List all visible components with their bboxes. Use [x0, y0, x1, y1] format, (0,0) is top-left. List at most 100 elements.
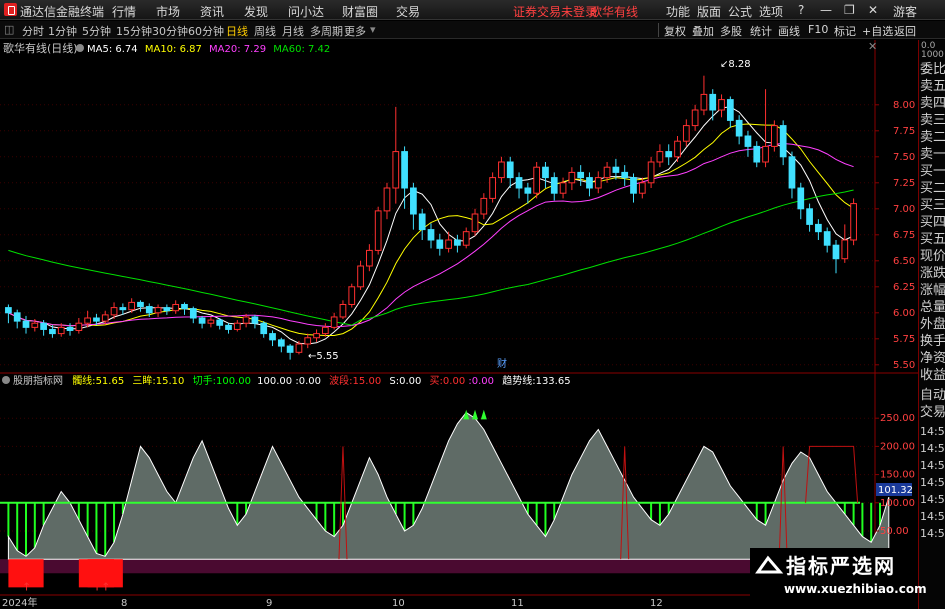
candle-body [339, 303, 347, 318]
side-item-10[interactable]: 买五 [920, 232, 945, 247]
side-item-3[interactable]: 卖三 [920, 113, 945, 128]
side-item-15[interactable]: 外盘 [920, 317, 945, 332]
period-monthly[interactable]: 月线 [282, 23, 304, 39]
side-lower-1[interactable]: 交易 [920, 405, 945, 420]
period-more[interactable]: 更多 [344, 23, 366, 39]
candle-body [225, 324, 232, 330]
tool-back[interactable]: 返回 [894, 23, 916, 39]
menu-item-news[interactable]: 资讯 [200, 3, 224, 20]
side-item-1[interactable]: 卖五 [920, 79, 945, 94]
candle-body [506, 161, 514, 179]
period-1min[interactable]: 1分钟 [48, 23, 77, 39]
menu-item-market[interactable]: 市场 [156, 3, 180, 20]
period-intraday[interactable]: 分时 [22, 23, 44, 39]
tool-add-watchlist[interactable]: +自选 [862, 23, 893, 39]
tool-draw[interactable]: 画线 [778, 23, 800, 39]
menu-item-function[interactable]: 功能 [666, 3, 690, 20]
menu-item-discover[interactable]: 发现 [244, 3, 268, 20]
field-2-label: 切手: [193, 374, 216, 387]
side-time-6: 14:56 [920, 527, 945, 540]
tool-multi-stock[interactable]: 多股 [720, 23, 742, 39]
menu-item-ask[interactable]: 问小达 [288, 3, 324, 20]
menu-item-formula[interactable]: 公式 [728, 3, 752, 20]
candle-body [269, 333, 276, 341]
side-item-7[interactable]: 买二 [920, 181, 945, 196]
chart-area[interactable]: 歌华有线(日线) MA5: 6.74 MA10: 6.87 MA20: 7.29… [0, 40, 918, 609]
maximize-icon[interactable]: ❐ [844, 3, 855, 17]
side-item-11[interactable]: 现价 [920, 249, 945, 264]
period-multi[interactable]: 多周期 [310, 23, 343, 39]
more-chevron-down-icon[interactable]: ▾ [370, 23, 376, 36]
candle-body [621, 171, 629, 179]
help-icon[interactable]: ? [798, 3, 804, 17]
candle-body [797, 187, 805, 210]
candle-body [850, 203, 857, 241]
high-price-label: ↙8.28 [720, 59, 751, 70]
side-item-6[interactable]: 买一 [920, 164, 945, 179]
sub-panel-header: 股朋指标网 髑线:51.65 三眸:15.10 切手:100.00 100.00… [13, 374, 571, 387]
period-15min[interactable]: 15分钟 [116, 23, 152, 39]
sub-panel-settings-icon[interactable] [2, 376, 10, 384]
side-item-14[interactable]: 总量 [920, 300, 945, 315]
side-item-5[interactable]: 卖一 [920, 147, 945, 162]
field-7-label: 买: [430, 375, 443, 387]
tool-overlay[interactable]: 叠加 [692, 23, 714, 39]
side-item-18[interactable]: 收益 [920, 368, 945, 383]
side-item-4[interactable]: 卖二 [920, 130, 945, 145]
period-30min[interactable]: 30分钟 [152, 23, 188, 39]
candle-body [348, 286, 356, 305]
side-lower-0[interactable]: 自动 [920, 388, 945, 403]
toolbar-toggle-icon[interactable]: ◫ [4, 23, 14, 36]
side-item-8[interactable]: 买三 [920, 198, 945, 213]
period-60min[interactable]: 60分钟 [188, 23, 224, 39]
side-item-2[interactable]: 卖四 [920, 96, 945, 111]
side-item-9[interactable]: 买四 [920, 215, 945, 230]
sub-y-tick-label: 50.00 [880, 526, 909, 537]
menu-item-trade[interactable]: 交易 [396, 3, 420, 20]
side-item-17[interactable]: 净资 [920, 351, 945, 366]
tool-adjust[interactable]: 复权 [664, 23, 686, 39]
side-item-0[interactable]: 委比 [920, 62, 945, 77]
candle-body [445, 239, 452, 249]
menu-item-layout[interactable]: 版面 [697, 3, 721, 20]
minimize-icon[interactable]: — [820, 3, 832, 17]
menu-item-quotes[interactable]: 行情 [112, 3, 136, 20]
quote-side-panel: 0.0 1000 委比 卖五 卖四 卖三 卖二 卖一 买一 买二 买三 买四 买… [918, 40, 945, 609]
side-item-12[interactable]: 涨跌 [920, 266, 945, 281]
x-label-aug: 8 [121, 598, 127, 609]
field-3-value: 100.00 [257, 376, 292, 387]
menu-item-wealth[interactable]: 财富圈 [342, 3, 378, 20]
low-price-value: 5.55 [316, 351, 338, 362]
y-tick-label: 6.25 [893, 282, 915, 293]
menu-item-options[interactable]: 选项 [759, 3, 783, 20]
login-notice[interactable]: 证券交易未登录 [513, 3, 597, 20]
candle-body [198, 317, 206, 324]
tool-f10[interactable]: F10 [808, 23, 828, 36]
panel-close-icon[interactable]: ✕ [868, 40, 877, 53]
ma5-value: 6.74 [115, 44, 137, 55]
close-icon[interactable]: ✕ [868, 3, 878, 17]
period-daily[interactable]: 日线 [226, 23, 248, 39]
candle-body [718, 99, 725, 111]
side-item-16[interactable]: 换手 [920, 334, 945, 349]
candle-body [559, 182, 567, 194]
tool-mark[interactable]: 标记 [834, 23, 856, 39]
candle-body [770, 125, 778, 147]
candle-body [304, 337, 312, 345]
candle-body [815, 223, 822, 233]
period-weekly[interactable]: 周线 [254, 23, 276, 39]
side-item-13[interactable]: 涨幅 [920, 283, 945, 298]
finance-marker[interactable]: 财 [497, 357, 507, 370]
tool-stats[interactable]: 统计 [750, 23, 772, 39]
user-label[interactable]: 游客 [893, 3, 917, 20]
candle-body [374, 210, 382, 251]
panel-settings-icon[interactable] [76, 44, 84, 52]
candle-body [480, 197, 488, 215]
period-5min[interactable]: 5分钟 [82, 23, 111, 39]
candle-body [321, 326, 329, 335]
field-6-label: S: [389, 376, 399, 387]
y-tick-label: 7.00 [893, 204, 915, 215]
high-price-value: 8.28 [728, 59, 750, 70]
sub-y-tick-label: 100.00 [880, 498, 915, 509]
x-label-oct: 10 [392, 598, 405, 609]
